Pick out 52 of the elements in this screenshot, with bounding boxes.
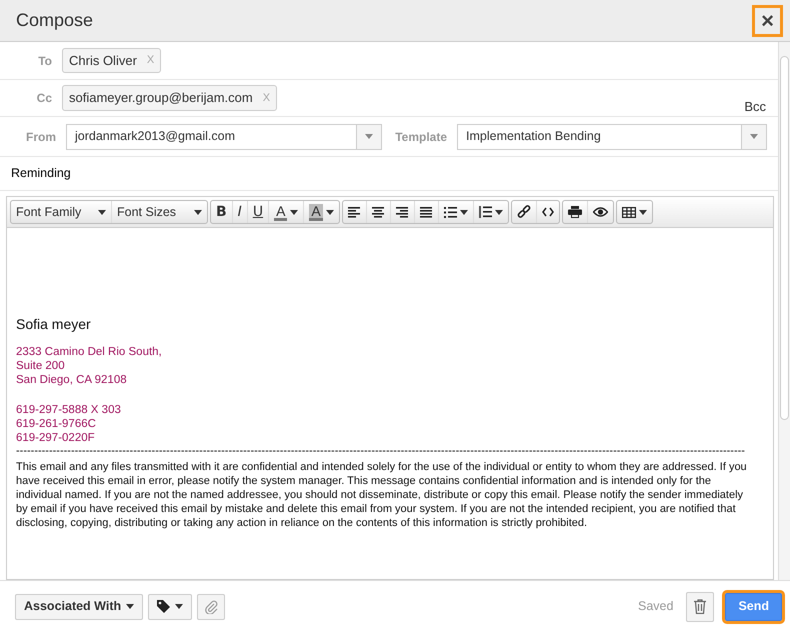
phone-numbers: 619-297-5888 X 303 619-261-9766C 619-297-0220F — [16, 403, 122, 445]
align-left-icon — [348, 206, 361, 218]
select-field[interactable]: Implementation Bending — [457, 124, 767, 150]
code-icon — [542, 207, 554, 217]
bullet-list-icon — [444, 206, 457, 218]
trash-icon — [694, 599, 706, 614]
table-icon — [622, 206, 636, 218]
paperclip-icon — [204, 600, 218, 614]
tag-icon — [157, 600, 170, 613]
format-button[interactable]: I — [232, 201, 247, 223]
associated-with-dropdown[interactable]: Associated With — [15, 594, 144, 620]
caret-icon — [194, 210, 202, 214]
eye-icon — [592, 207, 608, 217]
caret-icon — [750, 134, 758, 139]
caret-icon — [290, 210, 298, 214]
address-text: 2333 Camino Del Rio South, Suite 200 San Diego, CA 92108 — [16, 345, 163, 387]
window-title: Compose — [16, 10, 94, 32]
caret-icon — [460, 210, 468, 214]
chip-text: sofiameyer.group@berijam.com — [69, 89, 253, 108]
separator-text: ------------------------------------------------------------------------------------------------------------------------------------------------------------------------------------------------------- — [16, 445, 746, 458]
caret-icon — [98, 210, 106, 214]
signature-name: Sofia meyer — [16, 315, 92, 334]
caret-icon — [175, 604, 184, 609]
field-label: To — [37, 52, 53, 70]
chip-text: Chris Oliver — [69, 52, 137, 70]
text-color-button[interactable]: A — [268, 201, 304, 223]
printer-icon — [568, 206, 582, 218]
align-right-icon — [396, 206, 409, 218]
align-center-icon — [372, 206, 385, 218]
toolbar-dropdown[interactable]: Font Sizes — [111, 201, 207, 223]
caret-icon — [326, 210, 334, 214]
toolbar-dropdown[interactable]: Font Family — [11, 201, 111, 223]
bcc-link[interactable]: Bcc — [744, 97, 766, 117]
caret-icon — [365, 134, 373, 139]
justify-icon — [420, 206, 433, 218]
caret-icon — [494, 210, 503, 214]
field-label: Template — [394, 128, 448, 146]
caret-icon — [638, 210, 647, 214]
disclaimer-text: This email and any files transmitted with it are confidential and intended solely for the use of the individual or entity to whom they are addressed. If you have received this email in error, please notify the system manager. This message contains confidential information and is intended only for the individual named. If you are not the named addressee, you should not disseminate, distribute or copy this email. Please notify the sender immediately by email if you have received this email by mistake and delete this email from your system. If you are not the intended recipient, you are notified that disclosing, copying, distributing or taking any action in reliance on the contents of this information is strictly prohibited. — [16, 460, 748, 530]
text-color-button[interactable]: A — [303, 201, 339, 223]
caret-icon — [126, 604, 134, 609]
format-button[interactable]: B — [211, 201, 232, 223]
field-label: From — [25, 128, 57, 146]
numbered-list-icon — [478, 206, 492, 218]
link-icon — [516, 205, 531, 219]
format-button[interactable]: U — [246, 201, 268, 223]
tag-dropdown[interactable] — [148, 594, 192, 620]
field-label: Cc — [36, 90, 53, 107]
delete-button[interactable] — [686, 592, 714, 622]
save-status: Saved — [638, 598, 674, 616]
attach-button[interactable] — [197, 594, 226, 620]
select-field[interactable]: jordanmark2013@gmail.com — [66, 124, 382, 150]
